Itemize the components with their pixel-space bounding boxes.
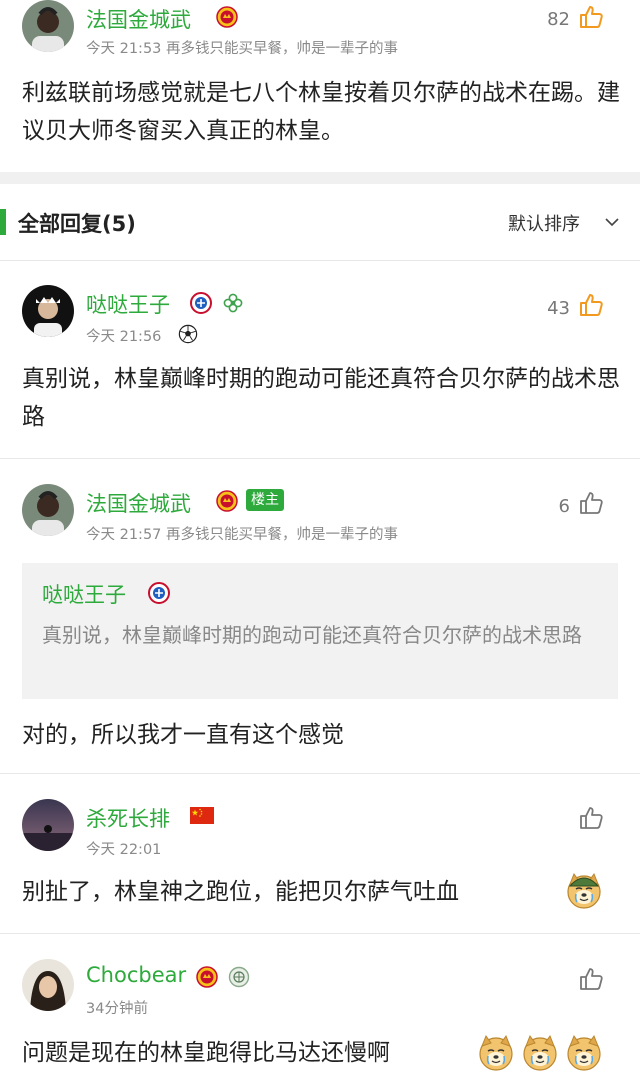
doge-emoji-icon: [564, 1032, 604, 1072]
thumbs-up-icon[interactable]: [578, 805, 604, 831]
reply-meta: 34分钟前: [86, 1001, 148, 1017]
post-meta: 今天 21:53 再多钱只能买早餐，帅是一辈子的事: [86, 41, 399, 57]
divider: [0, 458, 640, 459]
quoted-reply[interactable]: 哒哒王子 真别说，林皇巅峰时期的跑动可能还真符合贝尔萨的战术思路: [22, 563, 618, 699]
section-accent-bar: [0, 209, 6, 235]
reply-content: 问题是现在的林皇跑得比马达还慢啊: [22, 1040, 390, 1066]
thumbs-up-icon[interactable]: [578, 490, 604, 516]
quote-text: 真别说，林皇巅峰时期的跑动可能还真符合贝尔萨的战术思路: [42, 623, 582, 647]
username[interactable]: 法国金城武: [86, 488, 191, 518]
manchester-united-badge-icon: [196, 966, 218, 988]
section-divider: [0, 172, 640, 184]
reply-content: 对的，所以我才一直有这个感觉: [22, 722, 344, 748]
avatar[interactable]: [22, 799, 74, 851]
sort-dropdown[interactable]: 默认排序: [508, 210, 580, 236]
avatar[interactable]: [22, 0, 74, 52]
thumbs-up-icon[interactable]: [578, 966, 604, 992]
avatar[interactable]: [22, 959, 74, 1011]
doge-emoji-icon: [476, 1032, 516, 1072]
divider: [0, 773, 640, 774]
avatar[interactable]: [22, 484, 74, 536]
reply-meta: 今天 22:01: [86, 842, 162, 858]
chevron-down-icon[interactable]: [604, 214, 620, 230]
green-flower-badge-icon: [222, 292, 244, 314]
like-count: 82: [547, 9, 570, 30]
reply-content: 别扯了，林皇神之跑位，能把贝尔萨气吐血: [22, 879, 459, 905]
bayern-badge-icon: [190, 292, 212, 314]
replies-title: 全部回复(5): [18, 212, 136, 236]
post-content: 利兹联前场感觉就是七八个林皇按着贝尔萨的战术在踢。建议贝大师冬窗买入真正的林皇。: [22, 80, 620, 144]
username[interactable]: 杀死长排: [86, 803, 170, 833]
username[interactable]: 哒哒王子: [86, 289, 170, 319]
quote-username[interactable]: 哒哒王子: [42, 579, 126, 609]
thumbs-up-icon[interactable]: [578, 4, 604, 30]
club-badge-icon: [228, 966, 250, 988]
doge-helmet-emoji-icon: [564, 870, 604, 910]
like-count: 43: [547, 298, 570, 319]
divider: [0, 933, 640, 934]
football-icon: [178, 324, 198, 344]
manchester-united-badge-icon: [216, 6, 238, 28]
manchester-united-badge-icon: [216, 490, 238, 512]
bayern-badge-icon: [148, 582, 170, 604]
op-tag: 楼主: [246, 489, 284, 511]
like-count: 6: [558, 496, 570, 517]
main-post: 法国金城武 今天 21:53 再多钱只能买早餐，帅是一辈子的事 82 利兹联前场…: [0, 0, 640, 172]
username[interactable]: Chocbear: [86, 963, 186, 987]
avatar[interactable]: [22, 285, 74, 337]
doge-emoji-icon: [520, 1032, 560, 1072]
reply-content: 真别说，林皇巅峰时期的跑动可能还真符合贝尔萨的战术思路: [22, 366, 620, 430]
thumbs-up-icon[interactable]: [578, 292, 604, 318]
reply-meta: 今天 21:56: [86, 329, 162, 345]
divider: [0, 260, 640, 261]
reply-meta: 今天 21:57 再多钱只能买早餐，帅是一辈子的事: [86, 527, 399, 543]
username[interactable]: 法国金城武: [86, 4, 191, 34]
china-flag-icon: [190, 807, 214, 824]
